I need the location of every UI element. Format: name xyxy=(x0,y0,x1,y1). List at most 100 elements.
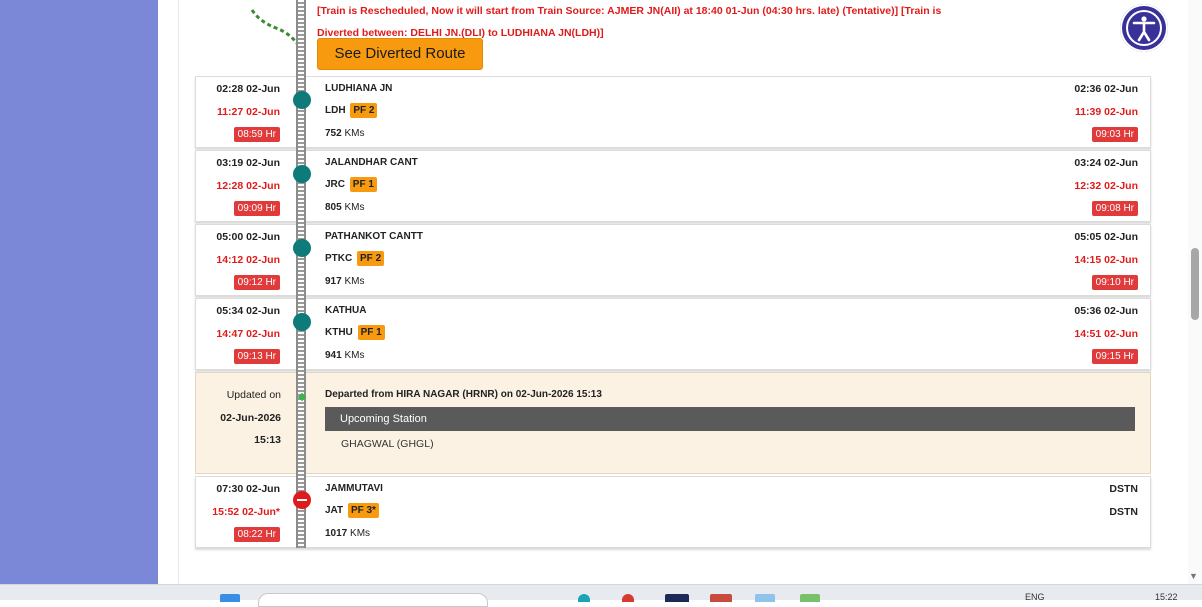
actual-departure: 11:39 02-Jun xyxy=(1074,106,1138,118)
app-icon[interactable] xyxy=(622,594,634,602)
platform-badge: PF 1 xyxy=(349,177,377,192)
arrival-delay-badge: 08:59 Hr xyxy=(233,127,280,142)
scrollbar-thumb[interactable] xyxy=(1191,248,1199,320)
accessibility-button[interactable] xyxy=(1120,4,1168,52)
distance: 1017 KMs xyxy=(325,528,370,539)
app-icon[interactable] xyxy=(665,594,689,602)
arrival-delay-badge: 08:22 Hr xyxy=(233,527,280,542)
station-name: LUDHIANA JN xyxy=(325,83,393,94)
station-code-text: KTHU xyxy=(325,327,353,338)
distance: 941 KMs xyxy=(325,350,364,361)
left-sidebar-band xyxy=(0,0,158,584)
station-dot-icon xyxy=(293,313,311,331)
station-dot-icon xyxy=(293,239,311,257)
rail-track xyxy=(296,0,306,548)
alert-line-1: [Train is Rescheduled, Now it will start… xyxy=(317,5,942,17)
arrival-delay-badge: 09:12 Hr xyxy=(233,275,280,290)
station-dot-icon xyxy=(293,165,311,183)
station-code-text: JAT xyxy=(325,505,344,516)
destination-label: DSTN xyxy=(1109,483,1138,495)
station-row[interactable]: 05:00 02-Jun 14:12 02-Jun 09:12 Hr PATHA… xyxy=(195,224,1151,296)
station-code: PTKC PF 2 xyxy=(325,251,385,266)
distance-unit: KMs xyxy=(344,276,365,287)
windows-start-icon[interactable] xyxy=(220,594,240,602)
distance: 917 KMs xyxy=(325,276,364,287)
station-code: LDH PF 2 xyxy=(325,103,378,118)
station-code: KTHU PF 1 xyxy=(325,325,385,340)
scheduled-departure: 02:36 02-Jun xyxy=(1074,83,1138,95)
app-icon[interactable] xyxy=(578,594,590,602)
actual-arrival: 14:12 02-Jun xyxy=(216,254,280,266)
station-dot-icon xyxy=(293,91,311,109)
station-row[interactable]: 02:28 02-Jun 11:27 02-Jun 08:59 Hr LUDHI… xyxy=(195,76,1151,148)
arrival-delay-badge: 09:13 Hr xyxy=(233,349,280,364)
live-status-row: Updated on 02-Jun-2026 15:13 Departed fr… xyxy=(195,372,1151,474)
destination-station-row[interactable]: 07:30 02-Jun 15:52 02-Jun* 08:22 Hr JAMM… xyxy=(195,476,1151,548)
os-taskbar: ENG 15:22 xyxy=(0,584,1202,607)
distance-value: 805 xyxy=(325,202,342,213)
platform-badge: PF 1 xyxy=(357,325,385,340)
content-divider xyxy=(178,0,179,584)
upcoming-station-name[interactable]: GHAGWAL (GHGL) xyxy=(341,438,434,450)
distance-value: 1017 xyxy=(325,528,348,539)
actual-departure: 14:51 02-Jun xyxy=(1074,328,1138,340)
distance: 752 KMs xyxy=(325,128,364,139)
station-code-text: JRC xyxy=(325,179,346,190)
distance-value: 752 xyxy=(325,128,342,139)
diversion-banner: [Train is Rescheduled, Now it will start… xyxy=(195,0,1151,75)
departure-delay-badge: 09:10 Hr xyxy=(1091,275,1138,290)
platform-badge: PF 3* xyxy=(347,503,379,518)
station-name: JALANDHAR CANT xyxy=(325,157,418,168)
departure-delay-badge: 09:15 Hr xyxy=(1091,349,1138,364)
station-code-text: LDH xyxy=(325,105,346,116)
train-timeline: [Train is Rescheduled, Now it will start… xyxy=(195,0,1151,548)
accessibility-icon xyxy=(1126,10,1162,46)
language-indicator[interactable]: ENG xyxy=(1025,592,1045,602)
station-code: JRC PF 1 xyxy=(325,177,377,192)
scheduled-departure: 03:24 02-Jun xyxy=(1074,157,1138,169)
actual-departure: 12:32 02-Jun xyxy=(1074,180,1138,192)
arrival-delay-badge: 09:09 Hr xyxy=(233,201,280,216)
station-name: KATHUA xyxy=(325,305,367,316)
station-row[interactable]: 03:19 02-Jun 12:28 02-Jun 09:09 Hr JALAN… xyxy=(195,150,1151,222)
app-icon[interactable] xyxy=(800,594,820,602)
destination-label: DSTN xyxy=(1109,506,1138,518)
actual-arrival: 15:52 02-Jun* xyxy=(212,506,280,518)
platform-badge: PF 2 xyxy=(357,251,385,266)
departure-delay-badge: 09:03 Hr xyxy=(1091,127,1138,142)
distance-unit: KMs xyxy=(350,528,371,539)
distance-unit: KMs xyxy=(344,128,365,139)
platform-badge: PF 2 xyxy=(350,103,378,118)
scheduled-arrival: 03:19 02-Jun xyxy=(216,157,280,169)
station-code-text: PTKC xyxy=(325,253,353,264)
departed-status: Departed from HIRA NAGAR (HRNR) on 02-Ju… xyxy=(325,389,602,400)
station-name: PATHANKOT CANTT xyxy=(325,231,423,242)
app-icon[interactable] xyxy=(710,594,732,602)
departure-delay-badge: 09:08 Hr xyxy=(1091,201,1138,216)
distance-unit: KMs xyxy=(344,350,365,361)
station-row[interactable]: 05:34 02-Jun 14:47 02-Jun 09:13 Hr KATHU… xyxy=(195,298,1151,370)
scheduled-arrival: 05:34 02-Jun xyxy=(216,305,280,317)
actual-arrival: 12:28 02-Jun xyxy=(216,180,280,192)
station-name: JAMMUTAVI xyxy=(325,483,383,494)
station-code: JAT PF 3* xyxy=(325,503,379,518)
updated-time: 15:13 xyxy=(254,434,281,446)
taskbar-search-box[interactable] xyxy=(258,593,488,607)
app-icon[interactable] xyxy=(755,594,775,602)
destination-stop-icon xyxy=(293,491,311,509)
scroll-down-arrow-icon[interactable]: ▼ xyxy=(1189,571,1198,581)
distance-value: 941 xyxy=(325,350,342,361)
scheduled-arrival: 05:00 02-Jun xyxy=(216,231,280,243)
actual-departure: 14:15 02-Jun xyxy=(1074,254,1138,266)
scheduled-arrival: 07:30 02-Jun xyxy=(216,483,280,495)
distance-unit: KMs xyxy=(344,202,365,213)
scheduled-arrival: 02:28 02-Jun xyxy=(216,83,280,95)
updated-on-label: Updated on xyxy=(226,389,281,401)
actual-arrival: 11:27 02-Jun xyxy=(216,106,280,118)
distance: 805 KMs xyxy=(325,202,364,213)
distance-value: 917 xyxy=(325,276,342,287)
clock[interactable]: 15:22 xyxy=(1155,592,1178,602)
upcoming-station-header: Upcoming Station xyxy=(325,407,1135,431)
see-diverted-route-button[interactable]: See Diverted Route xyxy=(317,38,483,70)
scheduled-departure: 05:05 02-Jun xyxy=(1074,231,1138,243)
